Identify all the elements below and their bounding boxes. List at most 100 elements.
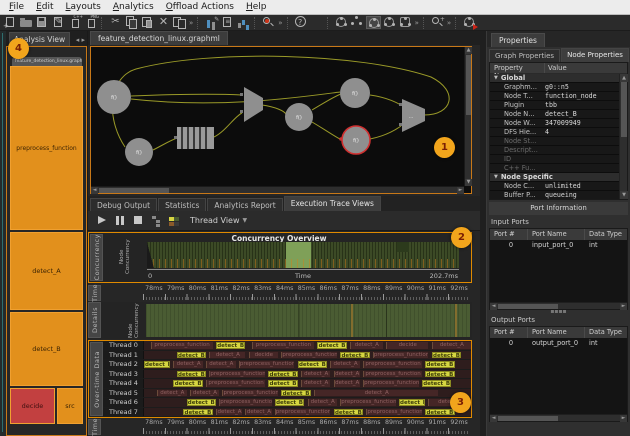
copy-icon[interactable] (124, 16, 139, 29)
graph-canvas[interactable]: f() f() f() f( (90, 46, 472, 194)
layout-spread-icon[interactable] (350, 16, 365, 29)
tab-debug-output[interactable]: Debug Output (90, 198, 157, 211)
graph-node-preprocess[interactable]: f() (125, 138, 153, 166)
graph-horizontal-scrollbar[interactable]: ◄► (91, 186, 464, 193)
thread-track[interactable]: detect_Bdetect_Adetect_Apreprocess_funct… (144, 360, 471, 369)
color-legend-icon[interactable] (168, 215, 179, 226)
trace-segment[interactable]: detect_B (268, 371, 297, 378)
trace-segment[interactable]: detect_B (425, 361, 454, 368)
collapse-arrow-icon[interactable]: ▼ (490, 75, 501, 81)
time-strip[interactable]: Time (88, 419, 101, 435)
thread-track[interactable]: detect_Bpreprocess_functiondetect_Bdetec… (144, 398, 471, 407)
save-icon[interactable] (35, 16, 50, 29)
col-value[interactable]: Value (545, 63, 627, 73)
property-row[interactable]: Node C...unlimited (490, 182, 619, 191)
over-time-strip[interactable]: Over-time Data (90, 342, 103, 416)
tab-node-properties[interactable]: Node Properties (561, 48, 629, 62)
graph-node-source[interactable]: f() (97, 80, 131, 114)
trace-segment[interactable]: detect_A (157, 390, 186, 397)
concurrency-overview-chart[interactable] (147, 242, 459, 268)
property-table-scrollbar[interactable]: ▲▼ (619, 74, 627, 199)
output-port-row[interactable]: 0 output_port_0 int (490, 338, 627, 348)
layout-circular-icon[interactable] (382, 16, 397, 29)
thread-track[interactable]: detect_Bpreprocess_functiondetect_B detec… (144, 370, 471, 379)
property-row[interactable]: ID (490, 155, 619, 164)
property-row[interactable]: Buffer P...queueing (490, 191, 619, 199)
trace-segment[interactable]: detect_B (187, 399, 216, 406)
trace-segment[interactable]: detect_B (334, 409, 363, 416)
trace-segment[interactable]: detect_B (340, 352, 369, 359)
col-port-num[interactable]: Port # (490, 327, 528, 338)
trace-segment[interactable]: detect_A (308, 399, 337, 406)
property-group-row[interactable]: ▼Node Specific (490, 173, 619, 182)
trace-segment[interactable]: preprocess_function (281, 352, 337, 359)
concurrency-strip[interactable]: Concurrency (90, 234, 103, 281)
export-cpp-icon[interactable]: C++ (67, 16, 82, 29)
treemap-file-tab[interactable]: feature_detection_linux.graphml (12, 57, 82, 66)
trace-segment[interactable]: preprocess_function (366, 409, 422, 416)
graph-vertical-scrollbar[interactable]: ▲▼ (464, 47, 471, 186)
col-port-name[interactable]: Port Name (528, 229, 585, 240)
thread-track[interactable]: detect_A detect_A preprocess_functiondetec… (144, 389, 471, 398)
trace-segment[interactable]: detect_B (399, 399, 425, 406)
trace-segment[interactable]: detect_B (275, 399, 304, 406)
trace-segment[interactable]: preprocess_function (340, 399, 396, 406)
export-png-icon[interactable]: PNG (83, 16, 98, 29)
property-row[interactable]: DFS Hie...4 (490, 128, 619, 137)
pause-icon[interactable] (114, 215, 125, 226)
trace-segment[interactable]: detect_A (334, 380, 360, 387)
trace-segment[interactable]: detect_B (144, 361, 170, 368)
trace-segment[interactable]: preprocess_function (275, 409, 331, 416)
thread-track[interactable]: detect_Bpreprocess_functiondetect_Bdetec… (144, 379, 471, 388)
bar-chart-icon[interactable] (236, 16, 251, 29)
trace-segment[interactable]: detect_A (314, 390, 438, 397)
duplicate-icon[interactable] (172, 16, 187, 29)
trace-segment[interactable]: detect_B (173, 380, 202, 387)
play-icon[interactable] (96, 215, 107, 226)
toolbar-overflow-icon[interactable]: » (446, 19, 452, 27)
cut-icon[interactable]: ✂ (108, 16, 123, 29)
trace-segment[interactable]: detect_B (298, 361, 327, 368)
trace-segment[interactable]: detect_B (177, 371, 206, 378)
trace-segment[interactable]: preprocess_function (219, 399, 271, 406)
tab-analytics-report[interactable]: Analytics Report (207, 198, 282, 211)
treemap-block-preprocess[interactable]: preprocess_function (10, 66, 83, 230)
trace-segment[interactable]: detect_B (432, 352, 461, 359)
tab-scroll-arrows[interactable]: ◂ ▸ (76, 36, 87, 46)
property-row[interactable]: C++ Fu... (490, 164, 619, 173)
trace-segment[interactable]: decide (249, 352, 278, 359)
trace-segment[interactable]: detect_A (209, 352, 245, 359)
treemap-block-detect-a[interactable]: detect_A (10, 232, 83, 310)
view-mode-dropdown[interactable]: Thread View ▼ (190, 216, 247, 225)
trace-segment[interactable]: preprocess_function (363, 380, 419, 387)
new-file-icon[interactable]: + (3, 16, 18, 29)
graph-node-mid[interactable]: f() (285, 103, 313, 131)
graph-node-join-2[interactable]: ... (402, 99, 425, 132)
trace-segment[interactable]: decide (386, 342, 429, 349)
thread-track[interactable]: detect_Bdetect_Adetect_Apreprocess_funct… (144, 408, 471, 417)
delete-icon[interactable]: ✕ (156, 16, 171, 29)
property-row[interactable]: Node T...function_node (490, 92, 619, 101)
trace-segment[interactable]: detect_B (317, 342, 346, 349)
thread-track[interactable]: detect_B detect_A decidepreprocess_functio… (144, 351, 471, 360)
tab-execution-trace-views[interactable]: Execution Trace Views (284, 196, 381, 211)
trace-segment[interactable]: preprocess_function (222, 390, 278, 397)
property-row[interactable]: Node St... (490, 137, 619, 146)
trace-segment[interactable]: detect_B (281, 390, 310, 397)
stop-icon[interactable] (132, 215, 143, 226)
output-ports-scrollbar[interactable]: ◄► (490, 414, 627, 421)
menu-item-file[interactable]: File (4, 1, 29, 13)
trace-segment[interactable]: preprocess_function (209, 371, 265, 378)
property-row[interactable]: Plugintbb (490, 101, 619, 110)
zoom-to-fit-icon[interactable]: + (430, 16, 445, 29)
treemap-block-detect-b[interactable]: detect_B (10, 312, 83, 386)
toolbar-overflow-icon[interactable]: » (277, 19, 283, 27)
trace-segment[interactable]: detect_B (216, 342, 245, 349)
layout-radial-icon[interactable] (334, 16, 349, 29)
trace-segment[interactable]: detect_A (334, 371, 360, 378)
details-strip[interactable]: Details (88, 302, 101, 338)
group-view-icon[interactable] (150, 215, 161, 226)
trace-segment[interactable]: detect_A (301, 371, 330, 378)
layout-network-icon[interactable] (366, 16, 381, 29)
graph-node-detect-b-selected[interactable]: f() (342, 126, 370, 154)
